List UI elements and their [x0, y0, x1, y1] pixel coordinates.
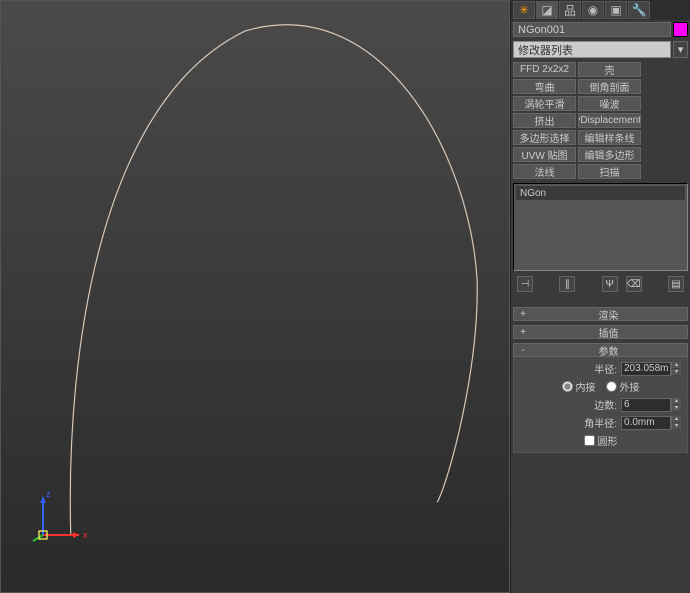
mod-btn-turbosmooth[interactable]: 涡轮平滑 [513, 96, 576, 111]
remove-modifier-button[interactable]: ⌫ [626, 276, 642, 292]
radius-spinner[interactable]: ▴▾ [621, 362, 681, 376]
mod-btn-displacement[interactable]: ayDisplacementM [578, 113, 641, 128]
corner-radius-spinner[interactable]: ▴▾ [621, 416, 681, 430]
rollout-render: + 渲染 [513, 307, 688, 321]
object-name-input[interactable] [513, 22, 671, 37]
stack-toolbar: ⊣ ∥ Ψ ⌫ ▤ [511, 273, 690, 295]
mod-btn-bend[interactable]: 弯曲 [513, 79, 576, 94]
spinner-down-icon[interactable]: ▾ [671, 369, 681, 376]
display-tab[interactable]: ▣ [605, 1, 627, 19]
mod-btn-ffd[interactable]: FFD 2x2x2 [513, 62, 576, 77]
rollout-params: - 参数 半径: ▴▾ 内接 外接 [513, 343, 688, 453]
radius-input[interactable] [621, 362, 671, 376]
axis-x-label: x [83, 530, 88, 540]
rollout-params-title: 参数 [534, 343, 683, 358]
mod-btn-uvwmap[interactable]: UVW 贴图 [513, 147, 576, 162]
hierarchy-tab[interactable]: 品 [559, 1, 581, 19]
object-color-swatch[interactable] [673, 22, 688, 37]
axis-z-label: z [46, 489, 51, 499]
stack-item-ngon[interactable]: NGon [516, 186, 685, 200]
create-tab[interactable]: ✳ [513, 1, 535, 19]
pin-stack-button[interactable]: ⊣ [517, 276, 533, 292]
mod-btn-editpoly[interactable]: 编辑多边形 [578, 147, 641, 162]
mod-btn-noise[interactable]: 噪波 [578, 96, 641, 111]
mod-btn-polyselect[interactable]: 多边形选择 [513, 130, 576, 145]
spinner-down-icon[interactable]: ▾ [671, 423, 681, 430]
viewport[interactable]: x z [0, 0, 510, 593]
mod-btn-bevel-profile[interactable]: 倒角剖面 [578, 79, 641, 94]
mod-btn-sweep[interactable]: 扫描 [578, 164, 641, 179]
rollout-params-body: 半径: ▴▾ 内接 外接 边数: [513, 357, 688, 453]
rollout-interp-title: 插值 [534, 325, 683, 340]
modifier-button-grid: FFD 2x2x2 壳 弯曲 倒角剖面 涡轮平滑 噪波 挤出 ayDisplac… [511, 60, 690, 181]
mod-btn-shell[interactable]: 壳 [578, 62, 641, 77]
modifier-list-arrow[interactable]: ▾ [673, 41, 688, 58]
rollout-interp: + 插值 [513, 325, 688, 339]
mod-btn-extrude[interactable]: 挤出 [513, 113, 576, 128]
modifier-list-dropdown[interactable]: 修改器列表 [513, 41, 671, 58]
circumscribed-radio[interactable]: 外接 [606, 379, 640, 394]
rollout-render-header[interactable]: + 渲染 [513, 307, 688, 321]
mod-btn-normal[interactable]: 法线 [513, 164, 576, 179]
motion-tab[interactable]: ◉ [582, 1, 604, 19]
modify-tab[interactable]: ◪ [536, 1, 558, 19]
sides-spinner[interactable]: ▴▾ [621, 398, 681, 412]
axis-gizmo: x z [31, 487, 91, 547]
utilities-tab[interactable]: 🔧 [628, 1, 650, 19]
plus-icon: + [518, 309, 528, 320]
inscribed-radio[interactable]: 内接 [562, 379, 596, 394]
command-panel: ✳ ◪ 品 ◉ ▣ 🔧 修改器列表 ▾ FFD 2x2x2 壳 弯曲 倒角剖面 … [510, 0, 690, 593]
mod-btn-editspline[interactable]: 编辑样条线 [578, 130, 641, 145]
rollout-params-header[interactable]: - 参数 [513, 343, 688, 357]
rollout-render-title: 渲染 [534, 307, 683, 322]
show-end-result-button[interactable]: ∥ [559, 276, 575, 292]
circular-checkbox[interactable]: 圆形 [520, 433, 681, 448]
corner-radius-input[interactable] [621, 416, 671, 430]
sides-input[interactable] [621, 398, 671, 412]
inscribed-label: 内接 [576, 379, 596, 394]
modifier-stack[interactable]: NGon [513, 183, 688, 271]
corner-radius-label: 角半径: [584, 415, 617, 430]
rollout-interp-header[interactable]: + 插值 [513, 325, 688, 339]
minus-icon: - [518, 345, 528, 356]
spinner-down-icon[interactable]: ▾ [671, 405, 681, 412]
sides-label: 边数: [594, 397, 617, 412]
circumscribed-label: 外接 [620, 379, 640, 394]
make-unique-button[interactable]: Ψ [602, 276, 618, 292]
plus-icon: + [518, 327, 528, 338]
command-panel-tabs: ✳ ◪ 品 ◉ ▣ 🔧 [511, 0, 690, 20]
circular-label: 圆形 [598, 433, 618, 448]
configure-sets-button[interactable]: ▤ [668, 276, 684, 292]
radius-label: 半径: [594, 361, 617, 376]
